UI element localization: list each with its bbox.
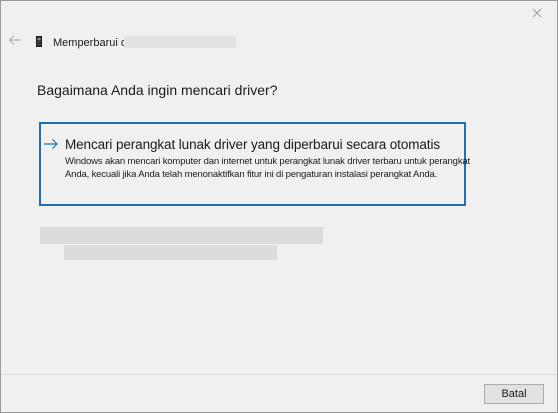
right-arrow-icon xyxy=(43,138,59,150)
option-title: Mencari perangkat lunak driver yang dipe… xyxy=(65,137,440,152)
page-question: Bagaimana Anda ingin mencari driver? xyxy=(37,82,278,98)
dialog-footer: Batal xyxy=(1,374,557,412)
device-icon xyxy=(36,34,42,47)
title-redaction-block xyxy=(124,36,236,48)
cancel-button[interactable]: Batal xyxy=(484,384,544,404)
close-icon[interactable] xyxy=(530,6,544,20)
driver-update-window: Memperbarui driver Bagaimana Anda ingin … xyxy=(0,0,558,413)
redacted-option-line-2 xyxy=(64,245,277,260)
option-description: Windows akan mencari komputer dan intern… xyxy=(65,156,471,180)
search-automatically-option[interactable]: Mencari perangkat lunak driver yang dipe… xyxy=(39,122,470,206)
redacted-option-line-1 xyxy=(40,227,323,244)
back-arrow-icon[interactable] xyxy=(8,34,22,46)
